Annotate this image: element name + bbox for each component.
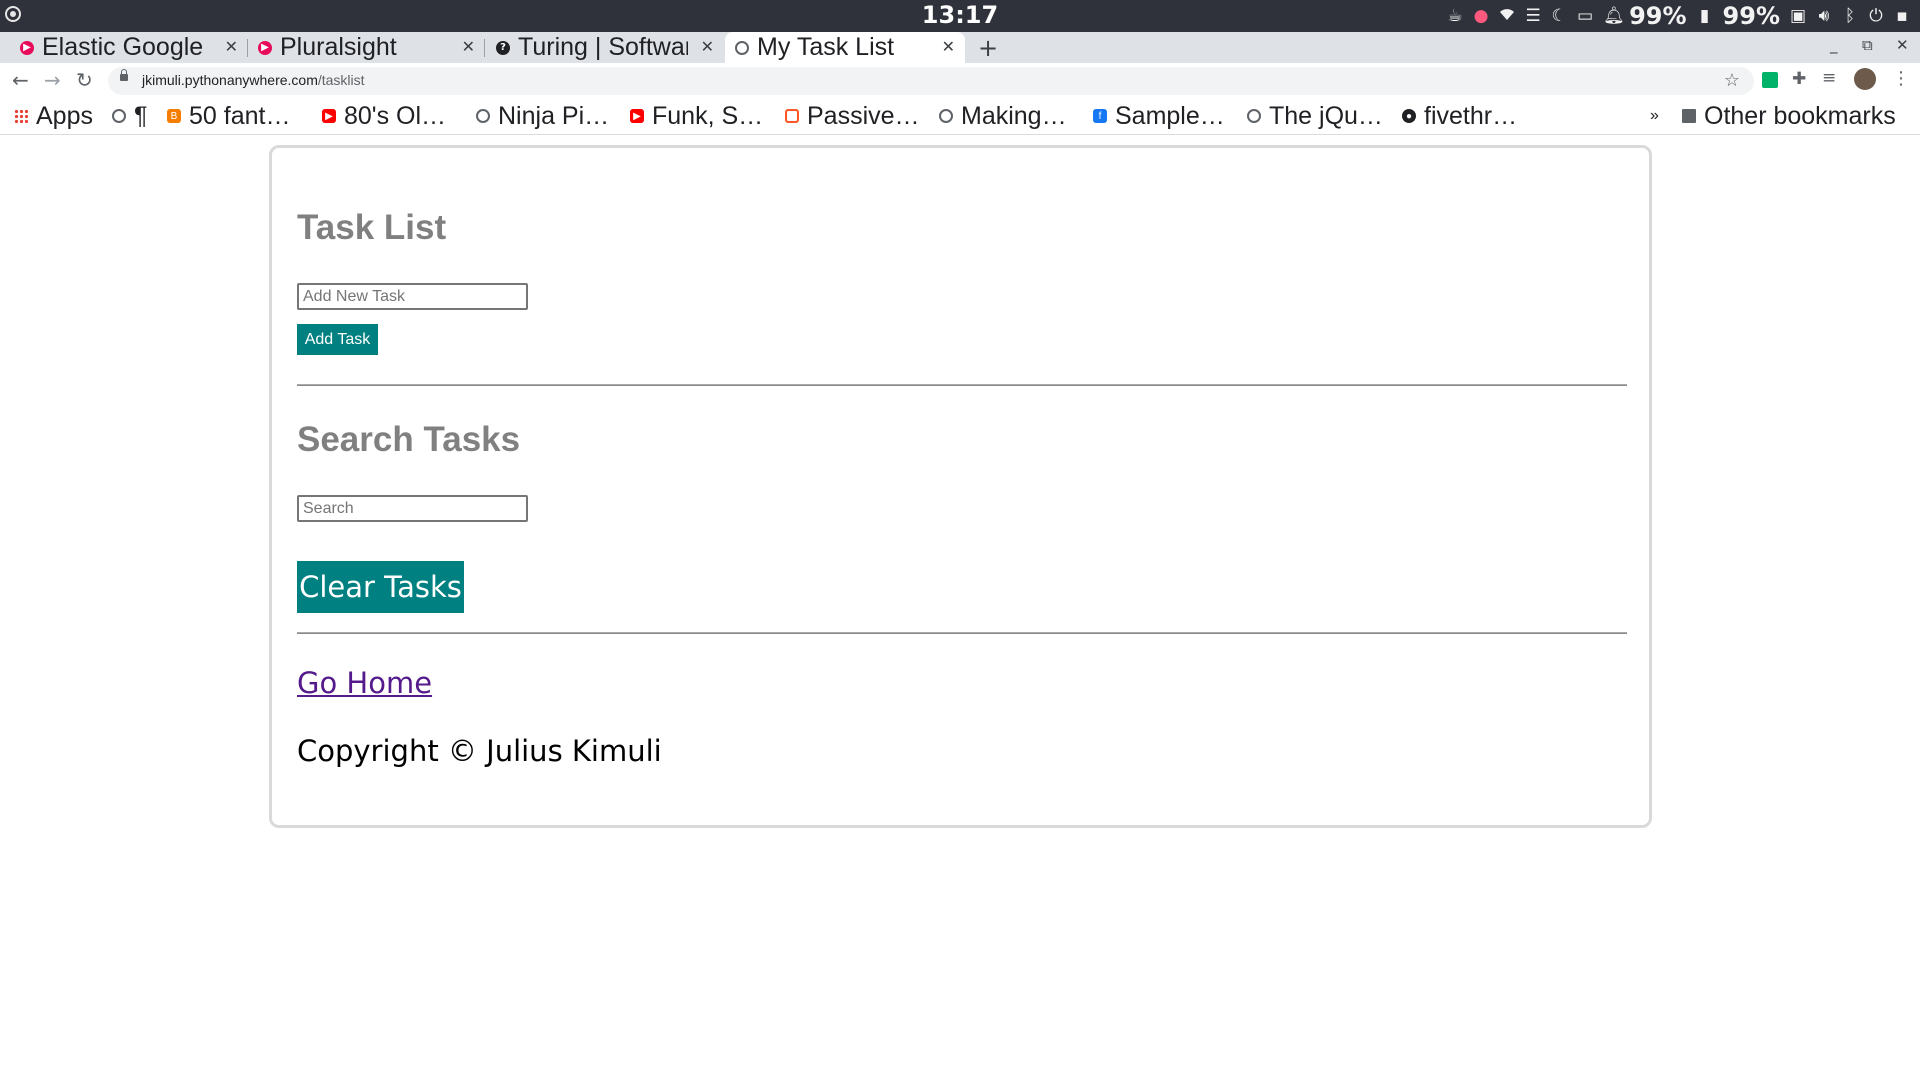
fivethirtyeight-icon: ●: [1402, 109, 1416, 123]
bookmark-apps[interactable]: Apps: [14, 101, 93, 131]
globe-icon: [939, 109, 953, 123]
notification-bell-icon[interactable]: 🔔︎: [1603, 6, 1625, 26]
other-bookmarks-folder[interactable]: Other bookmarks: [1682, 101, 1896, 131]
bookmark-star-icon[interactable]: ☆: [1724, 70, 1740, 91]
browser-menu-icon[interactable]: ⋮: [1892, 68, 1910, 89]
bookmark-funk-s[interactable]: ▶ Funk, S…: [630, 101, 763, 131]
globe-icon: [112, 109, 126, 123]
bookmark-making[interactable]: Making…: [939, 101, 1067, 131]
tab-turing[interactable]: ? Turing | Software ✕: [486, 32, 724, 63]
chip-icon: [785, 109, 799, 123]
search-tasks-heading: Search Tasks: [297, 420, 521, 459]
bookmark-80s-ol[interactable]: ▶ 80's Ol…: [322, 101, 446, 131]
turing-logo-icon: ?: [496, 40, 510, 55]
screen-icon[interactable]: ▣: [1790, 6, 1806, 26]
bookmark-the-jqu[interactable]: The jQu…: [1247, 101, 1383, 131]
youtube-icon: ▶: [322, 109, 336, 123]
pluralsight-logo-icon: ▶: [20, 40, 34, 55]
close-tab-icon[interactable]: ✕: [462, 37, 475, 56]
close-tab-icon[interactable]: ✕: [701, 37, 714, 56]
task-list-heading: Task List: [297, 208, 447, 247]
back-arrow-icon[interactable]: ←: [12, 68, 29, 92]
globe-icon: [735, 40, 749, 55]
blogger-icon: B: [167, 109, 181, 123]
clear-tasks-button[interactable]: Clear Tasks: [297, 561, 464, 613]
bookmarks-overflow-chevron[interactable]: »: [1650, 101, 1659, 131]
bookmark-passive[interactable]: Passive…: [785, 101, 920, 131]
close-tab-icon[interactable]: ✕: [225, 37, 238, 56]
coffee-icon[interactable]: ☕: [1447, 6, 1463, 26]
lock-icon[interactable]: [120, 69, 128, 81]
facebook-icon: f: [1093, 109, 1107, 123]
bluetooth-icon[interactable]: ᛒ: [1842, 6, 1858, 26]
tab-elastic-google[interactable]: ▶ Elastic Google ✕: [10, 32, 248, 63]
extensions-puzzle-icon[interactable]: ✚: [1792, 69, 1806, 89]
bookmark-sample[interactable]: f Sample…: [1093, 101, 1225, 131]
browser-toolbar: ← → ↻ jkimuli.pythonanywhere.com/tasklis…: [0, 63, 1920, 99]
divider: [297, 632, 1627, 634]
youtube-icon: ▶: [630, 109, 644, 123]
task-list-card: Task List Add Task Search Tasks Clear Ta…: [269, 145, 1652, 828]
tab-separator: [484, 39, 485, 57]
bookmark-50-fant[interactable]: B 50 fant…: [167, 101, 290, 131]
restore-icon[interactable]: ⧉: [1862, 36, 1873, 54]
extension-green-icon[interactable]: [1762, 72, 1778, 88]
volume-icon[interactable]: 🔊︎: [1816, 6, 1832, 26]
indicator-app-icon[interactable]: ●: [1473, 6, 1489, 26]
divider: [297, 384, 1627, 386]
go-home-link[interactable]: Go Home: [297, 666, 432, 700]
add-task-button[interactable]: Add Task: [297, 324, 378, 355]
night-light-icon[interactable]: ☾: [1551, 6, 1567, 26]
address-bar[interactable]: jkimuli.pythonanywhere.com/tasklist ☆: [108, 67, 1754, 95]
bookmark-ninja-pi[interactable]: Ninja Pi…: [476, 101, 609, 131]
tab-strip: ▶ Elastic Google ✕ ▶ Pluralsight ✕ ? Tur…: [0, 32, 1920, 63]
system-top-bar: 13:17 ☕ ● ☰ ☾ ▭ 🔔︎ 99% ▮ 99% ▣ 🔊︎ ᛒ ⏻ ▪: [0, 0, 1920, 32]
reload-icon[interactable]: ↻: [76, 68, 93, 92]
url-text[interactable]: jkimuli.pythonanywhere.com/tasklist: [142, 72, 365, 88]
profile-avatar[interactable]: [1854, 68, 1876, 90]
bookmark-pilcrow[interactable]: ¶: [112, 101, 147, 131]
forward-arrow-icon[interactable]: →: [44, 68, 61, 92]
activities-icon[interactable]: [5, 6, 21, 22]
tab-pluralsight[interactable]: ▶ Pluralsight ✕: [248, 32, 485, 63]
pluralsight-logo-icon: ▶: [258, 40, 272, 55]
globe-icon: [476, 109, 490, 123]
menu-lines-icon[interactable]: ☰: [1525, 6, 1541, 26]
bookmarks-bar: Apps ¶ B 50 fant… ▶ 80's Ol… Ninja Pi… ▶…: [0, 99, 1920, 135]
bookmark-fivethr[interactable]: ● fivethr…: [1402, 101, 1517, 131]
folder-icon[interactable]: ▭: [1577, 6, 1593, 26]
tab-my-task-list[interactable]: My Task List ✕: [725, 32, 965, 63]
new-tab-button[interactable]: +: [978, 34, 998, 62]
globe-icon: [1247, 109, 1261, 123]
apps-grid-icon: [14, 109, 28, 123]
folder-icon: [1682, 109, 1696, 123]
close-window-icon[interactable]: ✕: [1896, 36, 1909, 54]
media-queue-icon[interactable]: ≡: [1822, 68, 1836, 88]
battery-percent-2[interactable]: 99%: [1723, 2, 1780, 30]
search-input[interactable]: [297, 495, 528, 522]
copyright-text: Copyright © Julius Kimuli: [297, 734, 662, 768]
window-icon[interactable]: ▪: [1894, 6, 1910, 26]
close-tab-icon[interactable]: ✕: [942, 37, 955, 56]
minimize-icon[interactable]: _: [1830, 36, 1838, 54]
power-icon[interactable]: ⏻: [1868, 6, 1884, 26]
system-tray: ☕ ● ☰ ☾ ▭ 🔔︎ 99% ▮ 99% ▣ 🔊︎ ᛒ ⏻ ▪: [1447, 2, 1910, 30]
battery-icon[interactable]: ▮: [1697, 6, 1713, 26]
battery-percent-1[interactable]: 99%: [1629, 2, 1686, 30]
wifi-icon[interactable]: [1499, 6, 1515, 26]
add-task-input[interactable]: [297, 283, 528, 310]
